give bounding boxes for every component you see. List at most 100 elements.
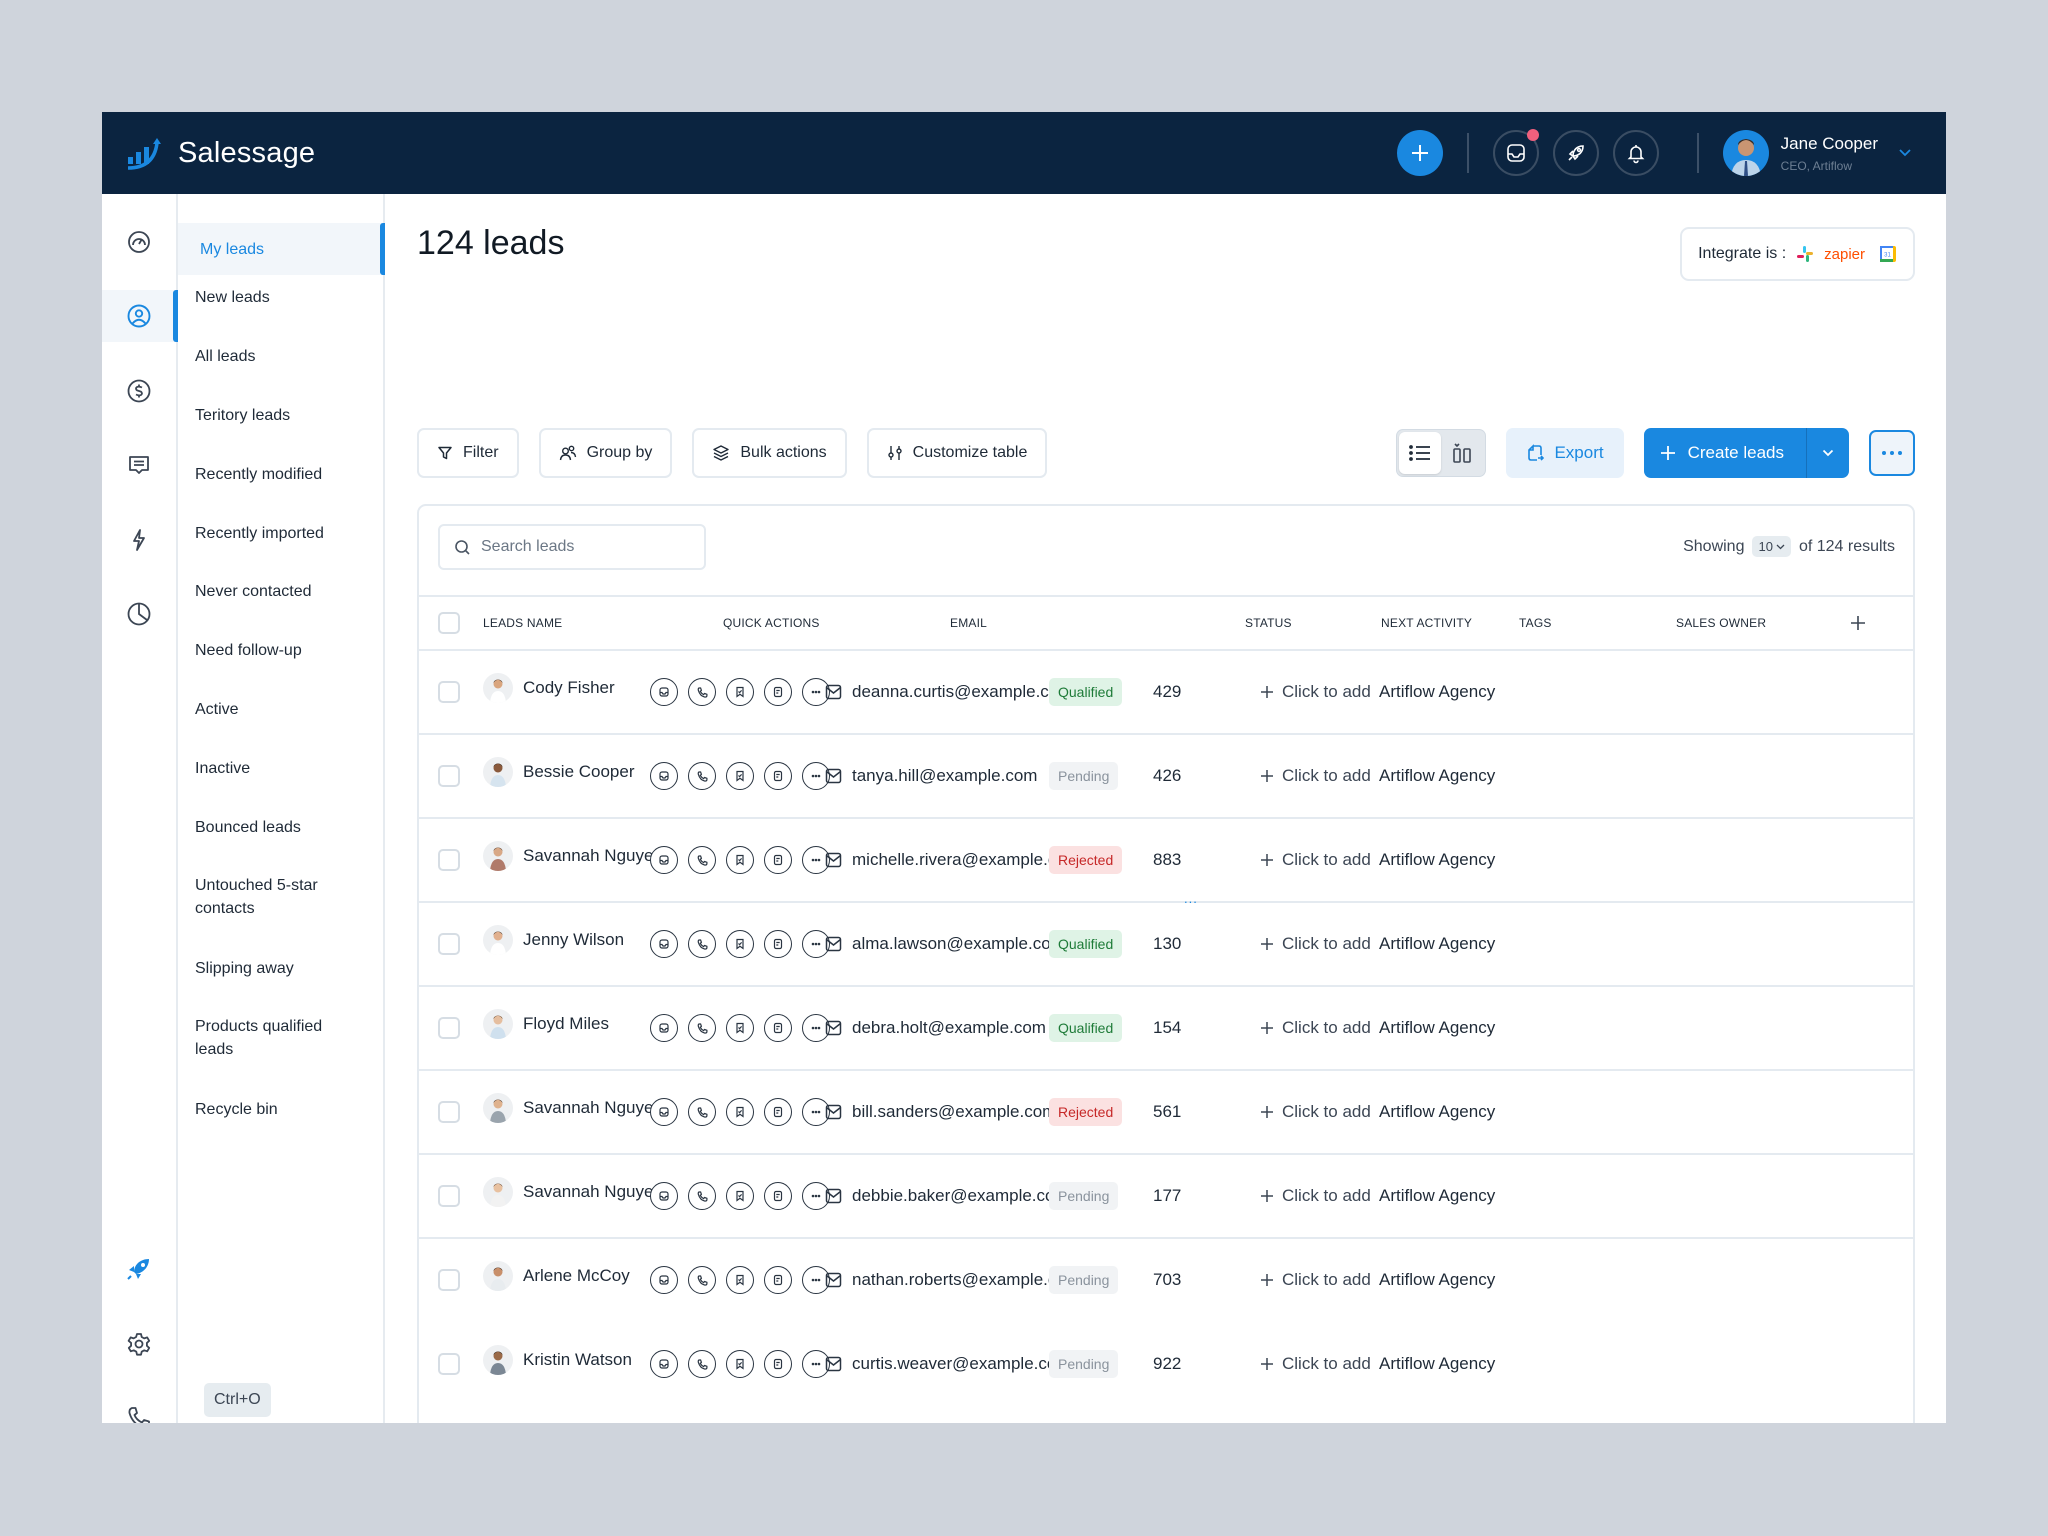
select-all-checkbox[interactable] bbox=[438, 612, 460, 634]
rail-deals[interactable] bbox=[102, 365, 176, 417]
submenu-item-inactive[interactable]: Inactive bbox=[178, 757, 383, 780]
submenu-item-territory-leads[interactable]: Teritory leads bbox=[178, 404, 383, 427]
table-row[interactable]: Jenny Wilson alma.lawson@example.com Qua… bbox=[419, 903, 1913, 987]
add-tag-button[interactable]: Click to add bbox=[1260, 903, 1371, 985]
add-tag-button[interactable]: Click to add bbox=[1260, 819, 1371, 901]
lead-email[interactable]: deanna.curtis@example.com bbox=[852, 682, 1072, 702]
lead-name[interactable]: Cody Fisher bbox=[523, 678, 615, 698]
column-header-leads-name[interactable]: LEADS NAME bbox=[483, 597, 562, 649]
quick-action-phone[interactable] bbox=[688, 1098, 716, 1126]
quick-action-note[interactable] bbox=[764, 930, 792, 958]
lead-email[interactable]: michelle.rivera@example.com bbox=[852, 850, 1080, 870]
column-header-quick-actions[interactable]: QUICK ACTIONS bbox=[723, 597, 820, 649]
column-header-next-activity[interactable]: NEXT ACTIVITY bbox=[1381, 597, 1472, 649]
more-options-button[interactable] bbox=[1869, 430, 1915, 476]
add-tag-button[interactable]: Click to add bbox=[1260, 1239, 1371, 1321]
filter-button[interactable]: Filter bbox=[417, 428, 519, 478]
customize-table-button[interactable]: Customize table bbox=[866, 428, 1048, 478]
quick-action-inbox[interactable] bbox=[650, 930, 678, 958]
lead-name[interactable]: Savannah Nguyen bbox=[523, 1182, 663, 1202]
quick-action-note[interactable] bbox=[764, 678, 792, 706]
inbox-button[interactable] bbox=[1492, 129, 1539, 176]
quick-action-note[interactable] bbox=[764, 1266, 792, 1294]
quick-action-bookmark-check[interactable] bbox=[726, 1014, 754, 1042]
row-checkbox[interactable] bbox=[438, 765, 460, 787]
quick-action-inbox[interactable] bbox=[650, 678, 678, 706]
lead-name[interactable]: Arlene McCoy bbox=[523, 1266, 630, 1286]
quick-create-button[interactable] bbox=[1396, 130, 1443, 176]
table-row[interactable]: Kristin Watson curtis.weaver@example.com… bbox=[419, 1323, 1913, 1407]
quick-action-note[interactable] bbox=[764, 846, 792, 874]
lead-name[interactable]: Jenny Wilson bbox=[523, 930, 624, 950]
quick-action-bookmark-check[interactable] bbox=[726, 846, 754, 874]
zapier-logo[interactable]: zapier bbox=[1824, 246, 1865, 263]
rail-settings[interactable] bbox=[102, 1318, 176, 1370]
submenu-item-new-leads[interactable]: New leads bbox=[178, 286, 383, 309]
rail-calls[interactable] bbox=[102, 1392, 176, 1423]
add-tag-button[interactable]: Click to add bbox=[1260, 735, 1371, 817]
submenu-item-never-contacted[interactable]: Never contacted bbox=[178, 580, 383, 603]
quick-action-note[interactable] bbox=[764, 1014, 792, 1042]
quick-action-bookmark-check[interactable] bbox=[726, 930, 754, 958]
table-row[interactable]: Bessie Cooper tanya.hill@example.com Pen… bbox=[419, 735, 1913, 819]
group-by-button[interactable]: Group by bbox=[538, 428, 673, 478]
quick-action-phone[interactable] bbox=[688, 1266, 716, 1294]
quick-action-bookmark-check[interactable] bbox=[726, 1182, 754, 1210]
add-tag-button[interactable]: Click to add bbox=[1260, 1071, 1371, 1153]
add-tag-button[interactable]: Click to add bbox=[1260, 1323, 1371, 1405]
quick-action-phone[interactable] bbox=[688, 1350, 716, 1378]
table-row[interactable]: Savannah Nguyen michelle.rivera@example.… bbox=[419, 819, 1913, 906]
lead-name[interactable]: Savannah Nguyen bbox=[523, 1098, 663, 1118]
submenu-item-recently-imported[interactable]: Recently imported bbox=[178, 522, 383, 545]
submenu-item-all-leads[interactable]: All leads bbox=[178, 345, 383, 368]
quick-action-inbox[interactable] bbox=[650, 1182, 678, 1210]
launch-button[interactable] bbox=[1552, 130, 1599, 176]
export-button[interactable]: Export bbox=[1506, 428, 1624, 478]
lead-name[interactable]: Bessie Cooper bbox=[523, 762, 635, 782]
submenu-item-my-leads[interactable]: My leads bbox=[178, 223, 385, 275]
search-input[interactable] bbox=[481, 538, 681, 556]
create-leads-button[interactable]: Create leads bbox=[1644, 428, 1806, 478]
quick-action-phone[interactable] bbox=[688, 930, 716, 958]
lead-email[interactable]: nathan.roberts@example.com bbox=[852, 1270, 1080, 1290]
submenu-item-products-qualified[interactable]: Products qualified leads bbox=[178, 1015, 348, 1061]
submenu-item-need-follow-up[interactable]: Need follow-up bbox=[178, 639, 383, 662]
quick-action-bookmark-check[interactable] bbox=[726, 1098, 754, 1126]
lead-email[interactable]: tanya.hill@example.com bbox=[852, 766, 1037, 786]
lead-email[interactable]: debbie.baker@example.com bbox=[852, 1186, 1069, 1206]
create-options-dropdown[interactable] bbox=[1807, 428, 1849, 478]
quick-action-inbox[interactable] bbox=[650, 1014, 678, 1042]
quick-action-bookmark-check[interactable] bbox=[726, 1350, 754, 1378]
submenu-item-recycle-bin[interactable]: Recycle bin bbox=[178, 1098, 383, 1121]
lead-email[interactable]: debra.holt@example.com bbox=[852, 1018, 1046, 1038]
row-checkbox[interactable] bbox=[438, 1101, 460, 1123]
lead-email[interactable]: curtis.weaver@example.com bbox=[852, 1354, 1071, 1374]
row-checkbox[interactable] bbox=[438, 681, 460, 703]
lead-email[interactable]: bill.sanders@example.com bbox=[852, 1102, 1056, 1122]
submenu-item-slipping-away[interactable]: Slipping away bbox=[178, 957, 383, 980]
quick-action-bookmark-check[interactable] bbox=[726, 1266, 754, 1294]
column-header-email[interactable]: EMAIL bbox=[950, 597, 987, 649]
table-row[interactable]: Savannah Nguyen bill.sanders@example.com… bbox=[419, 1071, 1913, 1155]
bulk-actions-button[interactable]: Bulk actions bbox=[692, 428, 847, 478]
row-checkbox[interactable] bbox=[438, 849, 460, 871]
table-row[interactable]: Eleanor Pena nevaeh.simmons@example.com … bbox=[419, 1407, 1913, 1423]
add-tag-button[interactable]: Click to add bbox=[1260, 1155, 1371, 1237]
quick-action-inbox[interactable] bbox=[650, 1098, 678, 1126]
quick-action-inbox[interactable] bbox=[650, 846, 678, 874]
quick-action-phone[interactable] bbox=[688, 846, 716, 874]
add-tag-button[interactable]: Click to add bbox=[1260, 987, 1371, 1069]
rail-automations[interactable] bbox=[102, 514, 176, 566]
board-view-button[interactable] bbox=[1441, 432, 1483, 474]
row-checkbox[interactable] bbox=[438, 1185, 460, 1207]
add-column-button[interactable] bbox=[1850, 597, 1866, 649]
submenu-item-untouched-5-star[interactable]: Untouched 5-star contacts bbox=[178, 874, 338, 920]
quick-action-inbox[interactable] bbox=[650, 762, 678, 790]
user-menu[interactable]: Jane Cooper CEO, Artiflow bbox=[1722, 130, 1912, 176]
rail-reports[interactable] bbox=[102, 588, 176, 640]
rail-leads[interactable] bbox=[102, 290, 178, 342]
quick-action-note[interactable] bbox=[764, 1182, 792, 1210]
rail-launch[interactable] bbox=[102, 1243, 176, 1295]
add-tag-button[interactable]: Click to add bbox=[1260, 651, 1371, 733]
quick-action-inbox[interactable] bbox=[650, 1266, 678, 1294]
